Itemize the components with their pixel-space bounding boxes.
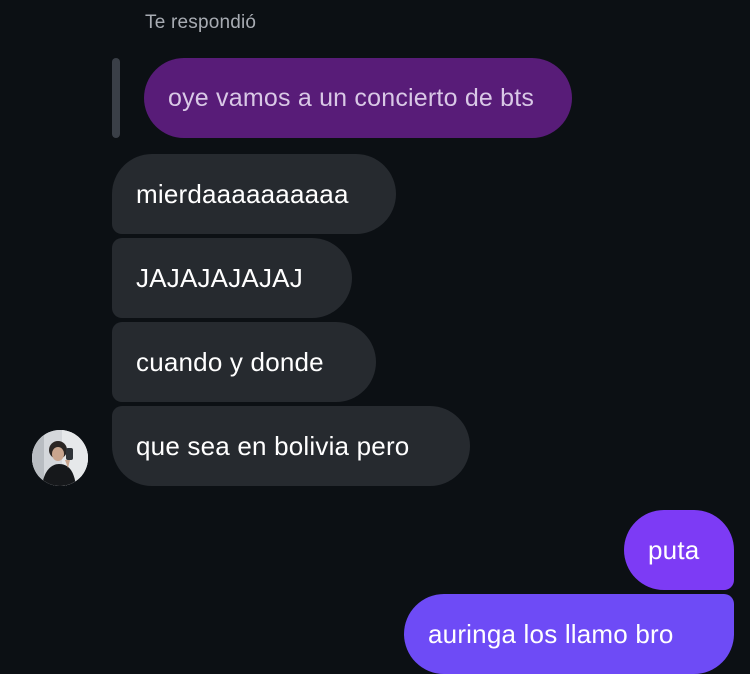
reply-indicator-bar [112, 58, 120, 138]
received-message-bubble[interactable]: mierdaaaaaaaaaa [112, 154, 396, 234]
received-message-bubble[interactable]: que sea en bolivia pero [112, 406, 470, 486]
quoted-message-bubble[interactable]: oye vamos a un concierto de bts [144, 58, 572, 138]
received-message-bubble[interactable]: cuando y donde [112, 322, 376, 402]
sent-message-bubble[interactable]: auringa los llamo bro [404, 594, 734, 674]
contact-avatar-icon[interactable] [32, 430, 88, 486]
sent-message-bubble[interactable]: puta [624, 510, 734, 590]
reply-header-label: Te respondió [145, 12, 257, 33]
received-message-bubble[interactable]: JAJAJAJAJAJ [112, 238, 352, 318]
